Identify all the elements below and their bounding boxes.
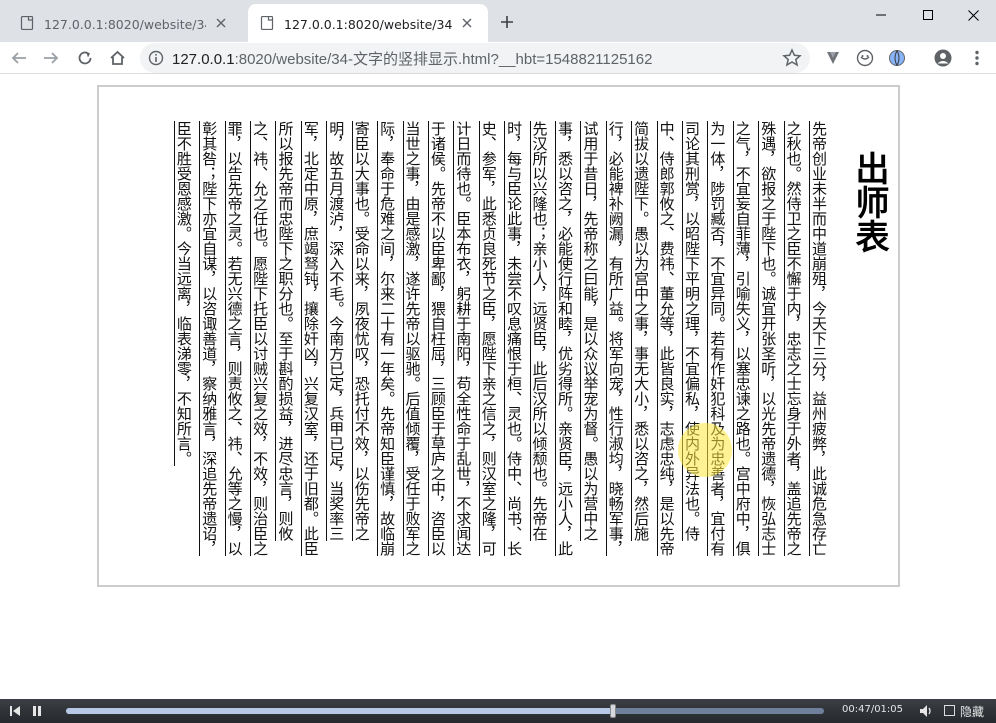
hide-checkbox[interactable] xyxy=(944,705,955,716)
back-button[interactable] xyxy=(6,45,32,71)
reload-button[interactable] xyxy=(72,45,98,71)
account-icon xyxy=(934,49,952,67)
info-icon[interactable] xyxy=(148,50,164,66)
playback-time: 00:47/01:05 xyxy=(842,704,904,715)
close-icon xyxy=(967,9,979,21)
extension-globe-button[interactable] xyxy=(884,45,910,71)
article-container: 出师表 先帝创业未半而中道崩殂，今天下三分，益州疲弊，此诚危急存亡之秋也。然侍卫… xyxy=(97,85,900,587)
pause-icon xyxy=(33,706,41,716)
minimize-icon xyxy=(876,14,886,16)
page-viewport: 出师表 先帝创业未半而中道崩殂，今天下三分，益州疲弊，此诚危急存亡之秋也。然侍卫… xyxy=(0,75,996,699)
url-path: :8020/website/34-文字的竖排显示.html?__hbt=1548… xyxy=(234,51,653,68)
url-host: 127.0.0.1 xyxy=(172,51,235,68)
tab-close-icon[interactable] xyxy=(212,14,230,32)
close-window-button[interactable] xyxy=(950,0,996,30)
browser-tab-2-active[interactable]: 127.0.0.1:8020/website/34-文字 xyxy=(248,4,488,42)
maximize-icon xyxy=(923,10,933,20)
maximize-button[interactable] xyxy=(905,0,951,30)
article-body: 先帝创业未半而中道崩殂，今天下三分，益州疲弊，此诚危急存亡之秋也。然侍卫之臣不懈… xyxy=(119,121,831,557)
reload-icon xyxy=(78,51,92,65)
pause-button[interactable] xyxy=(28,702,46,720)
extension-face-icon xyxy=(856,49,874,67)
progress-handle[interactable] xyxy=(609,704,616,718)
home-icon xyxy=(109,50,125,65)
tab-title: 127.0.0.1:8020/website/34-文字 xyxy=(44,16,206,32)
forward-button[interactable] xyxy=(38,45,64,71)
minimize-button[interactable] xyxy=(858,0,904,30)
back-arrow-icon xyxy=(11,52,26,64)
article-text: 先帝创业未半而中道崩殂，今天下三分，益州疲弊，此诚危急存亡之秋也。然侍卫之臣不懈… xyxy=(173,121,828,556)
browser-tab-1[interactable]: 127.0.0.1:8020/website/34-文字 xyxy=(8,4,242,42)
tab-close-icon[interactable] xyxy=(458,14,476,32)
extension-v-icon xyxy=(827,52,839,64)
hide-label: 隐藏 xyxy=(960,705,985,719)
address-bar[interactable]: 127.0.0.1:8020/website/34-文字的竖排显示.html?_… xyxy=(140,43,810,73)
new-tab-button[interactable] xyxy=(495,10,519,34)
menu-icon xyxy=(975,50,979,66)
progress-fill xyxy=(66,708,613,714)
article-title: 出师表 xyxy=(849,151,889,253)
skip-back-icon xyxy=(10,706,20,716)
progress-bar[interactable] xyxy=(66,704,824,718)
account-button[interactable] xyxy=(930,45,956,71)
extension-globe-icon xyxy=(889,50,905,66)
video-player-bar: 00:47/01:05 隐藏 xyxy=(0,699,996,723)
url-text[interactable]: 127.0.0.1:8020/website/34-文字的竖排显示.html?_… xyxy=(172,48,652,69)
menu-button[interactable] xyxy=(964,45,990,71)
home-button[interactable] xyxy=(104,45,130,71)
tab-title: 127.0.0.1:8020/website/34-文字 xyxy=(284,16,452,32)
extension-face-button[interactable] xyxy=(852,45,878,71)
skip-back-button[interactable] xyxy=(6,702,24,720)
volume-icon[interactable] xyxy=(918,703,934,719)
extension-v-button[interactable] xyxy=(820,45,846,71)
browser-toolbar: 127.0.0.1:8020/website/34-文字的竖排显示.html?_… xyxy=(0,42,996,74)
star-icon[interactable] xyxy=(782,48,802,68)
page-favicon-icon xyxy=(20,16,34,30)
plus-icon xyxy=(501,16,513,28)
page-favicon-icon xyxy=(260,16,274,30)
forward-arrow-icon xyxy=(44,52,59,64)
tab-strip: 127.0.0.1:8020/website/34-文字 127.0.0.1:8… xyxy=(0,0,996,42)
